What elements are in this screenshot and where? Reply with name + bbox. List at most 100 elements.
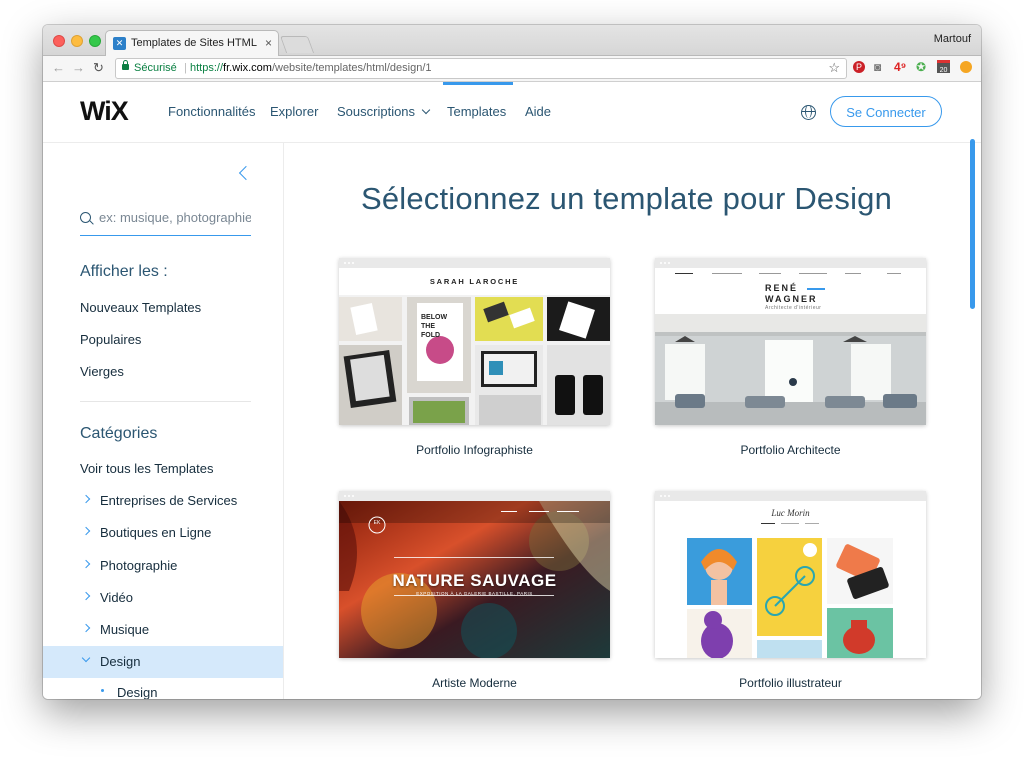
category-label: Design: [100, 654, 141, 669]
forward-arrow-icon[interactable]: →: [72, 60, 85, 75]
category-label: Musique: [100, 622, 150, 637]
sidebar-divider: [80, 401, 251, 402]
reload-icon[interactable]: ↻: [93, 60, 104, 76]
tab-title: Templates de Sites HTML pour: [131, 37, 259, 49]
zoom-window-button[interactable]: [89, 35, 101, 47]
thumb-browser-bar: [339, 258, 610, 268]
pinterest-extension-icon[interactable]: P: [853, 61, 865, 73]
site-header: WiX Fonctionnalités Explorer Souscriptio…: [43, 82, 981, 143]
page-title: Sélectionnez un template pour Design: [360, 181, 893, 216]
thumb-title-2: WAGNER: [765, 294, 818, 304]
thumb-browser-bar: [339, 491, 610, 501]
category-label: Boutiques en Ligne: [100, 525, 212, 540]
url-host: fr.wix.com: [223, 62, 272, 74]
link-popular[interactable]: Populaires: [80, 332, 141, 347]
template-label[interactable]: Portfolio illustrateur: [655, 676, 926, 690]
search-input[interactable]: [99, 210, 251, 225]
chevron-right-icon: [81, 526, 91, 536]
thumb-collage-image: BELOW THE FOLD: [339, 295, 610, 425]
bullet-icon: [101, 689, 104, 692]
thumb-browser-bar: [655, 258, 926, 268]
thumb-subtitle: Architecte d'intérieur: [765, 305, 822, 311]
thumb-interior-photo: [655, 314, 926, 425]
new-tab-button[interactable]: [279, 36, 315, 53]
category-services[interactable]: Entreprises de Services: [43, 485, 283, 517]
template-thumbnail[interactable]: Luc Morin: [655, 491, 926, 658]
link-new-templates[interactable]: Nouveaux Templates: [80, 300, 201, 315]
url-path: /website/templates/html/design/1: [271, 62, 432, 74]
tab-strip: ✕ Templates de Sites HTML pour × Martouf: [43, 25, 981, 56]
url-scheme: https://: [190, 62, 224, 74]
show-heading: Afficher les :: [80, 263, 168, 280]
search-icon: [80, 212, 91, 223]
category-design[interactable]: Design: [43, 646, 283, 678]
signin-button[interactable]: Se Connecter: [830, 96, 942, 127]
bookmark-star-icon[interactable]: ☆: [828, 60, 840, 76]
category-boutiques[interactable]: Boutiques en Ligne: [43, 517, 283, 549]
orange-extension-icon[interactable]: [960, 61, 972, 73]
collapse-sidebar-icon[interactable]: [238, 165, 254, 181]
nav-souscriptions-label: Souscriptions: [337, 104, 416, 119]
extension-badge[interactable]: 4⁹: [894, 60, 906, 74]
thumb-logo: EK: [373, 520, 381, 526]
chevron-down-icon: [81, 653, 91, 663]
link-blank[interactable]: Vierges: [80, 364, 124, 379]
thumb-browser-bar: [655, 491, 926, 501]
thumb-menu-bar: [675, 273, 901, 274]
thumb-illustrations: [687, 538, 893, 658]
address-separator: |: [184, 62, 187, 74]
thumb-title: NATURE SAUVAGE: [392, 571, 557, 590]
lock-icon: [122, 60, 129, 70]
thumb-accent-line: [807, 288, 825, 290]
svg-text:THE: THE: [421, 323, 435, 330]
thumb-menu-bar: [761, 523, 819, 524]
thumb-title-1: RENÉ: [765, 283, 799, 293]
template-label[interactable]: Portfolio Infographiste: [339, 443, 610, 457]
category-label: Photographie: [100, 558, 178, 573]
url-text[interactable]: https://fr.wix.com/website/templates/htm…: [190, 62, 432, 74]
category-photographie[interactable]: Photographie: [43, 550, 283, 582]
wix-logo[interactable]: WiX: [80, 96, 129, 127]
subcategory-design[interactable]: Design: [43, 678, 283, 699]
back-arrow-icon[interactable]: ←: [52, 60, 65, 75]
chevron-right-icon: [81, 494, 91, 504]
category-label: Vidéo: [100, 590, 134, 605]
categories-heading: Catégories: [80, 425, 158, 442]
sidebar: Afficher les : Nouveaux Templates Popula…: [43, 143, 284, 699]
template-thumbnail[interactable]: RENÉ WAGNER Architecte d'intérieur: [655, 258, 926, 425]
star-extension-icon[interactable]: ✪: [916, 60, 926, 74]
template-label[interactable]: Portfolio Architecte: [655, 443, 926, 457]
browser-tab[interactable]: ✕ Templates de Sites HTML pour ×: [105, 30, 279, 56]
search-box[interactable]: [80, 210, 251, 236]
nav-fonctionnalites[interactable]: Fonctionnalités: [168, 104, 255, 119]
chevron-right-icon: [81, 559, 91, 569]
category-video[interactable]: Vidéo: [43, 582, 283, 614]
close-window-button[interactable]: [53, 35, 65, 47]
link-all-templates[interactable]: Voir tous les Templates: [80, 461, 213, 476]
calendar-extension-icon[interactable]: 20: [937, 60, 950, 74]
template-gallery: Sélectionnez un template pour Design SAR…: [284, 143, 969, 699]
thumb-title: Luc Morin: [771, 508, 810, 518]
template-label[interactable]: Artiste Moderne: [339, 676, 610, 690]
category-musique[interactable]: Musique: [43, 614, 283, 646]
profile-name[interactable]: Martouf: [934, 33, 971, 45]
thumb-subtitle: EXPOSITION À LA GALERIE BASTILLE, PARIS: [416, 591, 533, 596]
minimize-window-button[interactable]: [71, 35, 83, 47]
chevron-down-icon: [421, 105, 431, 115]
tab-close-icon[interactable]: ×: [265, 36, 272, 50]
template-thumbnail[interactable]: SARAH LAROCHE BELOW THE FOLD: [339, 258, 610, 425]
browser-toolbar: ← → ↻ Sécurisé | https://fr.wix.com/webs…: [43, 56, 981, 82]
browser-window: ✕ Templates de Sites HTML pour × Martouf…: [43, 25, 981, 699]
page-scrollbar[interactable]: [970, 139, 975, 309]
template-thumbnail[interactable]: EK NATURE SAUVAGE EXPOSITION À LA GALERI…: [339, 491, 610, 658]
category-label: Entreprises de Services: [100, 493, 238, 508]
chevron-right-icon: [81, 591, 91, 601]
svg-text:FOLD: FOLD: [421, 332, 440, 339]
globe-icon[interactable]: [801, 105, 816, 120]
nav-souscriptions[interactable]: Souscriptions: [337, 104, 431, 119]
nav-templates[interactable]: Templates: [442, 82, 514, 119]
nav-aide[interactable]: Aide: [525, 104, 551, 119]
address-bar[interactable]: Sécurisé | https://fr.wix.com/website/te…: [115, 58, 847, 79]
nav-explorer[interactable]: Explorer: [270, 104, 318, 119]
camera-extension-icon[interactable]: ◙: [874, 60, 881, 74]
